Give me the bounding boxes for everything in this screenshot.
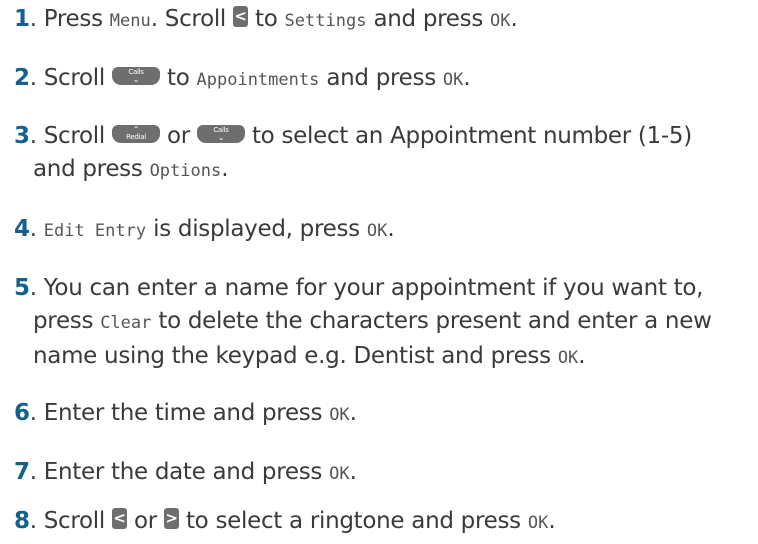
step-text: . Scroll xyxy=(150,6,234,32)
step-number: 2 xyxy=(14,65,30,91)
step-text: to select a ringtone and press xyxy=(178,508,528,534)
step-text: . Enter the date and press xyxy=(29,459,330,485)
lcd-ok: OK xyxy=(527,513,549,533)
step-number: 6 xyxy=(14,400,30,426)
lcd-edit-entry: Edit Entry xyxy=(43,221,147,241)
step-text: to delete the characters present and ent… xyxy=(151,308,712,334)
step-line: name using the keypad e.g. Dentist and p… xyxy=(14,340,752,375)
step-text: name using the keypad e.g. Dentist and p… xyxy=(33,343,558,369)
step-text: or xyxy=(160,123,197,149)
lcd-settings: Settings xyxy=(284,11,367,31)
lcd-ok: OK xyxy=(490,11,511,31)
step-text: . xyxy=(349,400,357,426)
step-text: . Scroll xyxy=(29,65,112,91)
step-text: . xyxy=(578,343,586,369)
step-text: . Enter the time and press xyxy=(29,400,330,426)
step-6: 6. Enter the time and press OK. xyxy=(14,397,752,432)
lcd-clear: Clear xyxy=(100,313,152,333)
step-text: to xyxy=(248,6,285,32)
step-number: 3 xyxy=(14,123,30,149)
step-text: is displayed, press xyxy=(146,216,367,242)
step-text: . xyxy=(29,216,44,242)
step-text: . Scroll xyxy=(29,508,112,534)
lcd-menu: Menu xyxy=(109,11,151,31)
lcd-ok: OK xyxy=(366,221,388,241)
step-text: and press xyxy=(319,65,443,91)
calls-down-key-icon: Calls ⌄ xyxy=(112,66,160,85)
step-line: 3. Scroll ⌃ Redial or Calls ⌄ to select an… xyxy=(14,120,752,153)
step-number: 5 xyxy=(14,275,30,301)
instruction-page: 1. Press Menu. Scroll < to Settings and … xyxy=(0,0,758,544)
step-text: . Press xyxy=(29,6,110,32)
step-text: press xyxy=(33,308,101,334)
step-2: 2. Scroll Calls ⌄ to Appointments and pre… xyxy=(14,62,752,97)
step-text: and press xyxy=(33,156,150,182)
key-glyph: ⌃ xyxy=(132,124,140,134)
lcd-ok: OK xyxy=(329,464,350,484)
step-text: to select an Appointment number (1-5) xyxy=(244,123,692,149)
left-arrow-key-icon: < xyxy=(233,6,249,27)
step-text: and press xyxy=(366,6,491,32)
step-number: 1 xyxy=(14,6,30,32)
step-3: 3. Scroll ⌃ Redial or Calls ⌄ to select an… xyxy=(14,120,752,188)
redial-up-key-icon: ⌃ Redial xyxy=(112,124,160,143)
lcd-ok: OK xyxy=(442,70,464,90)
lcd-appointments: Appointments xyxy=(196,70,320,90)
step-text: . xyxy=(387,216,395,242)
key-glyph: ⌄ xyxy=(217,132,225,142)
step-8: 8. Scroll < or > to select a ringtone an… xyxy=(14,505,752,540)
key-label: Redial xyxy=(126,132,146,141)
step-7: 7. Enter the date and press OK. xyxy=(14,456,752,491)
step-line: 5. You can enter a name for your appoint… xyxy=(14,272,752,305)
step-text: . xyxy=(349,459,357,485)
step-number: 4 xyxy=(14,216,30,242)
step-number: 7 xyxy=(14,459,30,485)
calls-down-key-icon: Calls ⌄ xyxy=(196,124,245,143)
lcd-ok: OK xyxy=(557,348,579,368)
step-line: press Clear to delete the characters pre… xyxy=(14,305,752,340)
step-text: . xyxy=(463,65,471,91)
step-line: and press Options. xyxy=(14,153,752,188)
step-text: or xyxy=(127,508,164,534)
key-glyph: ⌄ xyxy=(132,74,140,84)
lcd-options: Options xyxy=(149,161,222,181)
step-text: . xyxy=(548,508,556,534)
step-5: 5. You can enter a name for your appoint… xyxy=(14,272,752,375)
step-text: . xyxy=(510,6,518,32)
step-text: . You can enter a name for your appointm… xyxy=(29,275,704,301)
step-text: . xyxy=(221,156,229,182)
right-arrow-key-icon: > xyxy=(163,508,179,529)
step-1: 1. Press Menu. Scroll < to Settings and … xyxy=(14,3,752,38)
step-text: to xyxy=(160,65,197,91)
left-arrow-key-icon: < xyxy=(112,508,127,529)
step-number: 8 xyxy=(14,508,30,534)
step-4: 4. Edit Entry is displayed, press OK. xyxy=(14,213,752,248)
lcd-ok: OK xyxy=(329,405,350,425)
step-text: . Scroll xyxy=(29,123,112,149)
